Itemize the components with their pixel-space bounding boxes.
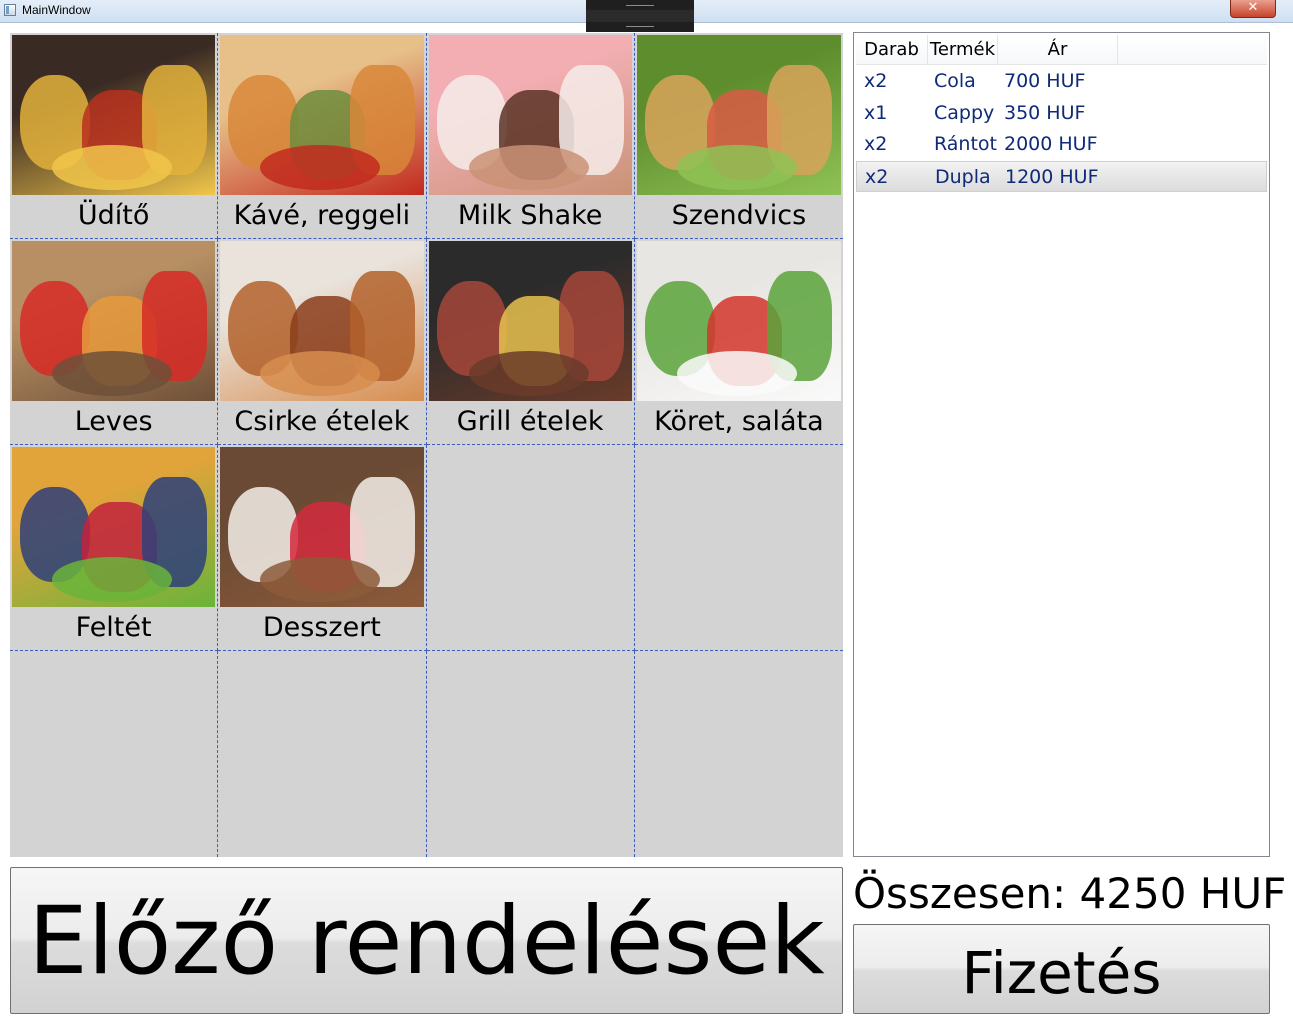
order-price: 1200 HUF — [1005, 165, 1099, 188]
category-tile[interactable]: Desszert — [218, 445, 427, 651]
pay-button[interactable]: Fizetés — [853, 924, 1270, 1014]
soup-photo — [12, 241, 216, 401]
empty-grid-cell — [10, 651, 219, 857]
category-label: Üdítő — [77, 200, 150, 231]
category-tile[interactable]: Grill ételek — [426, 239, 635, 445]
category-label: Szendvics — [671, 200, 807, 231]
category-tile[interactable]: Üdítő — [10, 33, 219, 239]
column-header-product[interactable]: Termék — [928, 35, 998, 64]
category-grid: Üdítő Kávé, reggeli Milk Shake Szendvics Lev… — [10, 33, 843, 857]
splitter-grip-handle[interactable] — [586, 0, 694, 32]
close-button[interactable] — [1230, 0, 1276, 18]
category-tile[interactable]: Milk Shake — [426, 33, 635, 239]
order-quantity: x2 — [864, 70, 888, 92]
category-label: Desszert — [262, 612, 381, 643]
category-tile[interactable]: Leves — [10, 239, 219, 445]
empty-grid-cell — [426, 651, 635, 857]
category-tile[interactable]: Köret, saláta — [634, 239, 843, 445]
order-row[interactable]: x1 Cappy 350 HUF — [856, 98, 1267, 129]
category-label: Kávé, reggeli — [233, 200, 411, 231]
category-label: Feltét — [75, 612, 152, 643]
category-tile[interactable]: Szendvics — [634, 33, 843, 239]
category-label: Grill ételek — [456, 406, 604, 437]
category-tile[interactable]: Feltét — [10, 445, 219, 651]
order-row[interactable]: x2 Dupla 1200 HUF — [856, 160, 1267, 192]
order-price: 2000 HUF — [1004, 133, 1098, 155]
app-window-icon — [4, 4, 16, 16]
category-label: Csirke ételek — [234, 406, 410, 437]
category-tile[interactable]: Kávé, reggeli — [218, 33, 427, 239]
order-quantity: x2 — [864, 133, 888, 155]
berries-photo — [12, 447, 216, 607]
category-label: Köret, saláta — [654, 406, 824, 437]
empty-grid-cell — [634, 651, 843, 857]
order-row[interactable]: x2 Cola 700 HUF — [856, 66, 1267, 97]
order-list[interactable]: Darab Termék Ár x2 Cola 700 HUF x1 Cappy 350 … — [853, 32, 1270, 857]
column-header-price[interactable]: Ár — [998, 35, 1118, 64]
order-price: 350 HUF — [1004, 101, 1086, 124]
order-row[interactable]: x2 Rántot 2000 HUF — [856, 129, 1267, 160]
column-header-quantity[interactable]: Darab — [856, 35, 928, 64]
empty-grid-cell — [218, 651, 427, 857]
coffee-breakfast-photo — [220, 35, 424, 195]
empty-grid-cell — [426, 445, 635, 651]
order-product: Rántot — [934, 133, 997, 155]
order-quantity: x2 — [865, 165, 889, 188]
order-product: Dupla — [935, 165, 991, 188]
category-label: Milk Shake — [457, 200, 603, 231]
category-tile[interactable]: Csirke ételek — [218, 239, 427, 445]
milkshake-photo — [428, 35, 632, 195]
order-total: Összesen: 4250 HUF — [853, 869, 1287, 918]
order-quantity: x1 — [864, 101, 888, 124]
dessert-photo — [220, 447, 424, 607]
order-price: 700 HUF — [1004, 70, 1086, 92]
grill-photo — [428, 241, 632, 401]
chicken-photo — [220, 241, 424, 401]
previous-orders-button[interactable]: Előző rendelések — [10, 867, 843, 1014]
order-list-header: Darab Termék Ár — [856, 35, 1267, 65]
salad-photo — [636, 241, 841, 401]
empty-grid-cell — [634, 445, 843, 651]
sandwich-photo — [636, 35, 841, 195]
window-title: MainWindow — [22, 3, 91, 17]
order-product: Cappy — [934, 101, 995, 124]
category-label: Leves — [74, 406, 153, 437]
order-product: Cola — [934, 70, 976, 92]
soft-drinks-photo — [12, 35, 216, 195]
